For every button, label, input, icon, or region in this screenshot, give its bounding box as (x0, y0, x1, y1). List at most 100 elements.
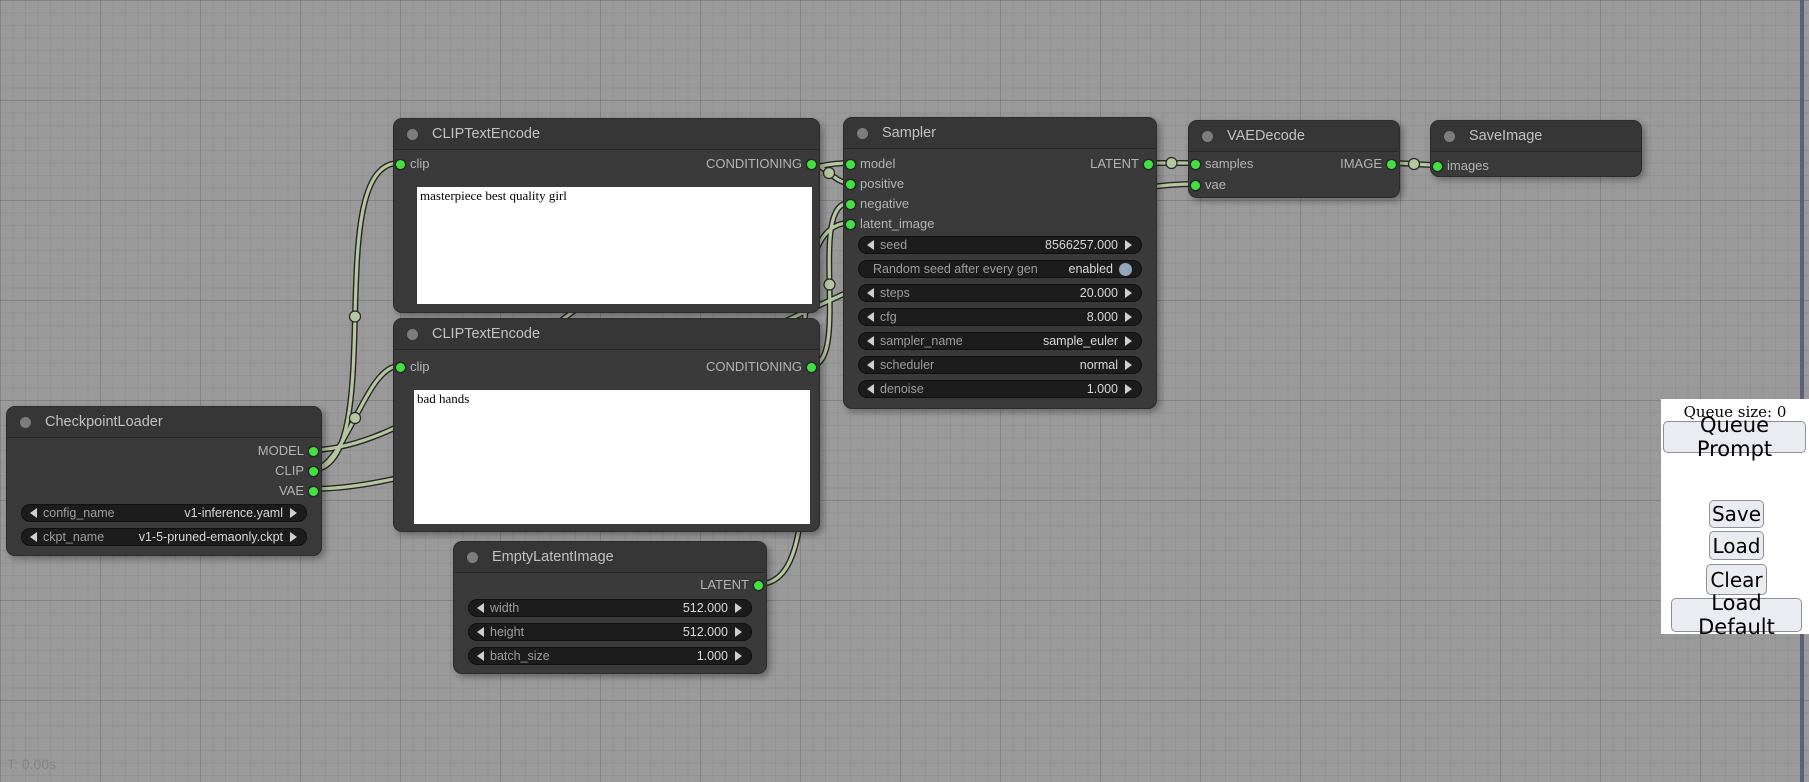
decrement-arrow-icon[interactable] (867, 312, 874, 322)
input-slot-vae: vae (1189, 177, 1226, 193)
node-cliptextencode-negative[interactable]: CLIPTextEncode clip CONDITIONING bad han… (393, 318, 820, 532)
link-midpoint-dot (350, 311, 361, 322)
widget-ckpt-name[interactable]: ckpt_name v1-5-pruned-emaonly.ckpt (21, 528, 307, 546)
vertical-scrollbar[interactable] (1800, 0, 1804, 782)
prompt-textarea[interactable]: masterpiece best quality girl (417, 187, 812, 304)
increment-arrow-icon[interactable] (735, 603, 742, 613)
collapse-dot-icon[interactable] (407, 329, 418, 340)
node-title: VAEDecode (1227, 128, 1305, 144)
output-dot-latent[interactable] (754, 581, 763, 590)
node-title-bar[interactable]: Sampler (844, 118, 1156, 149)
comfyui-graph-canvas[interactable]: { "canvas": { "render_time_label": "T: 0… (0, 0, 1809, 782)
load-button[interactable]: Load (1709, 531, 1764, 560)
slot-label: latent_image (860, 216, 934, 231)
slot-label: CLIP (275, 463, 304, 478)
increment-arrow-icon[interactable] (290, 532, 297, 542)
input-dot-latent-image[interactable] (846, 220, 855, 229)
increment-arrow-icon[interactable] (290, 508, 297, 518)
node-title-bar[interactable]: CLIPTextEncode (394, 319, 819, 350)
widget-denoise[interactable]: denoise 1.000 (858, 380, 1142, 398)
widget-batch-size[interactable]: batch_size 1.000 (468, 647, 752, 665)
input-dot-vae[interactable] (1191, 181, 1200, 190)
input-dot-positive[interactable] (846, 180, 855, 189)
collapse-dot-icon[interactable] (20, 417, 31, 428)
decrement-arrow-icon[interactable] (867, 336, 874, 346)
node-emptylatentimage[interactable]: EmptyLatentImage LATENT width 512.000 he… (453, 541, 767, 674)
widget-label: height (490, 625, 524, 639)
widget-value: 20.000 (910, 286, 1118, 300)
increment-arrow-icon[interactable] (1125, 384, 1132, 394)
increment-arrow-icon[interactable] (735, 651, 742, 661)
save-button[interactable]: Save (1709, 500, 1764, 528)
widget-seed[interactable]: seed 8566257.000 (858, 236, 1142, 254)
decrement-arrow-icon[interactable] (477, 627, 484, 637)
slot-label: images (1447, 158, 1489, 173)
node-title-bar[interactable]: VAEDecode (1189, 121, 1399, 152)
decrement-arrow-icon[interactable] (30, 532, 37, 542)
decrement-arrow-icon[interactable] (867, 288, 874, 298)
node-cliptextencode-positive[interactable]: CLIPTextEncode clip CONDITIONING masterp… (393, 118, 820, 313)
increment-arrow-icon[interactable] (1125, 312, 1132, 322)
slot-label: clip (410, 156, 430, 171)
node-title-bar[interactable]: CheckpointLoader (7, 407, 321, 438)
load-default-button[interactable]: Load Default (1671, 598, 1802, 632)
widget-steps[interactable]: steps 20.000 (858, 284, 1142, 302)
collapse-dot-icon[interactable] (857, 128, 868, 139)
toggle-circle-icon[interactable] (1119, 263, 1132, 276)
decrement-arrow-icon[interactable] (867, 360, 874, 370)
output-dot-conditioning[interactable] (807, 160, 816, 169)
widget-sampler-name[interactable]: sampler_name sample_euler (858, 332, 1142, 350)
output-dot-image[interactable] (1387, 160, 1396, 169)
output-dot-model[interactable] (309, 447, 318, 456)
decrement-arrow-icon[interactable] (30, 508, 37, 518)
decrement-arrow-icon[interactable] (867, 240, 874, 250)
collapse-dot-icon[interactable] (467, 552, 478, 563)
increment-arrow-icon[interactable] (1125, 336, 1132, 346)
widget-width[interactable]: width 512.000 (468, 599, 752, 617)
increment-arrow-icon[interactable] (1125, 360, 1132, 370)
decrement-arrow-icon[interactable] (867, 384, 874, 394)
input-dot-negative[interactable] (846, 200, 855, 209)
output-slot-latent: LATENT (700, 577, 766, 593)
widget-value: 512.000 (519, 601, 728, 615)
output-dot-clip[interactable] (309, 467, 318, 476)
node-title-bar[interactable]: EmptyLatentImage (454, 542, 766, 573)
prompt-textarea[interactable]: bad hands (414, 390, 810, 524)
input-dot-clip[interactable] (396, 160, 405, 169)
link-midpoint-dot (824, 279, 835, 290)
increment-arrow-icon[interactable] (1125, 240, 1132, 250)
widget-config-name[interactable]: config_name v1-inference.yaml (21, 504, 307, 522)
node-title-bar[interactable]: CLIPTextEncode (394, 119, 819, 150)
increment-arrow-icon[interactable] (1125, 288, 1132, 298)
decrement-arrow-icon[interactable] (477, 651, 484, 661)
collapse-dot-icon[interactable] (1444, 131, 1455, 142)
input-dot-clip[interactable] (396, 363, 405, 372)
input-dot-samples[interactable] (1191, 160, 1200, 169)
widget-cfg[interactable]: cfg 8.000 (858, 308, 1142, 326)
widget-scheduler[interactable]: scheduler normal (858, 356, 1142, 374)
node-sampler[interactable]: Sampler model positive negative latent_i… (843, 117, 1157, 409)
decrement-arrow-icon[interactable] (477, 603, 484, 613)
collapse-dot-icon[interactable] (1202, 131, 1213, 142)
increment-arrow-icon[interactable] (735, 627, 742, 637)
collapse-dot-icon[interactable] (407, 129, 418, 140)
input-dot-images[interactable] (1433, 162, 1442, 171)
output-dot-conditioning[interactable] (807, 363, 816, 372)
output-dot-vae[interactable] (309, 487, 318, 496)
node-title: Sampler (882, 125, 936, 141)
input-slot-model: model (844, 156, 895, 172)
widget-height[interactable]: height 512.000 (468, 623, 752, 641)
widget-random-seed-toggle[interactable]: Random seed after every gen enabled (858, 260, 1142, 278)
node-saveimage[interactable]: SaveImage images (1430, 120, 1642, 177)
queue-prompt-button[interactable]: Queue Prompt (1663, 421, 1806, 453)
node-vaedecode[interactable]: VAEDecode samples vae IMAGE (1188, 120, 1400, 198)
output-slot-clip: CLIP (275, 463, 321, 479)
node-title-bar[interactable]: SaveImage (1431, 121, 1641, 152)
output-dot-latent[interactable] (1144, 160, 1153, 169)
input-dot-model[interactable] (846, 160, 855, 169)
link-midpoint-dot (1166, 158, 1177, 169)
slot-label: model (860, 156, 895, 171)
node-checkpointloader[interactable]: CheckpointLoader MODEL CLIP VAE config_n… (6, 406, 322, 556)
node-title: CLIPTextEncode (432, 326, 540, 342)
output-slot-conditioning: CONDITIONING (706, 359, 819, 375)
